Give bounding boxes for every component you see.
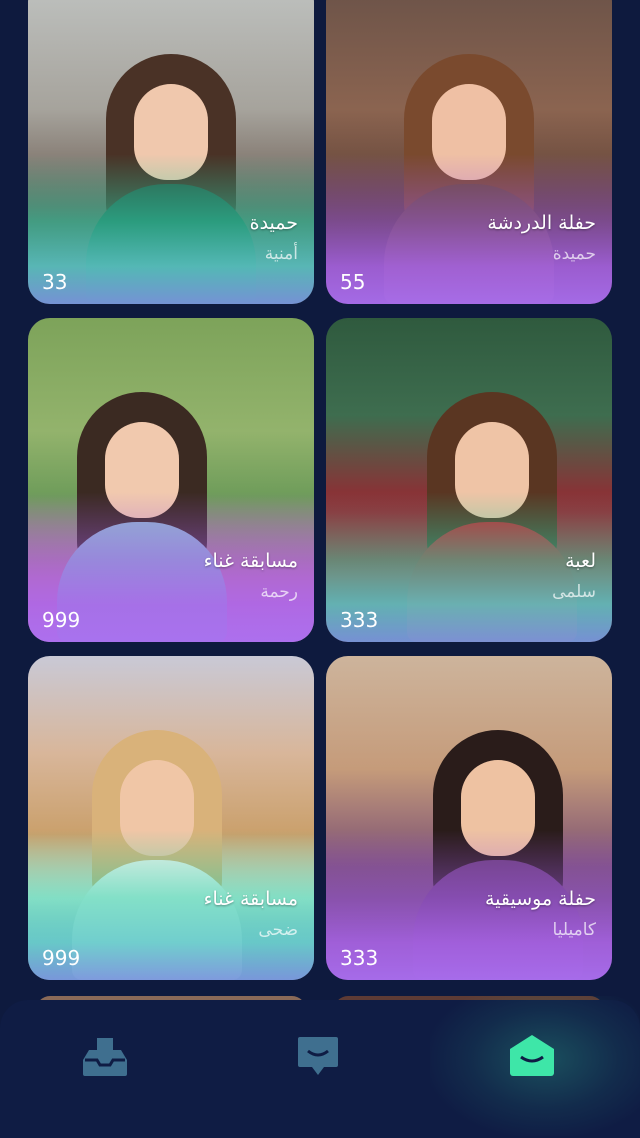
room-title: حميدة	[249, 212, 298, 234]
room-card[interactable]: حفلة موسيقية كاميليا 333	[326, 656, 612, 980]
viewer-count: 333	[340, 608, 379, 632]
bottom-navigation	[0, 996, 640, 1138]
room-card[interactable]: حميدة أمنية 33	[28, 0, 314, 304]
viewer-count: 999	[42, 946, 81, 970]
room-title: مسابقة غناء	[203, 550, 298, 572]
host-name: حميدة	[552, 244, 596, 264]
room-card[interactable]: لعبة سلمى 333	[326, 318, 612, 642]
room-title: حفلة الدردشة	[487, 212, 596, 234]
viewer-count: 33	[42, 270, 68, 294]
room-title: حفلة موسيقية	[484, 888, 596, 910]
nav-tab-messages[interactable]	[273, 1024, 363, 1088]
room-card[interactable]: مسابقة غناء رحمة 999	[28, 318, 314, 642]
viewer-count: 999	[42, 608, 81, 632]
room-grid: حميدة أمنية 33 حفلة الدردشة حميدة 55 مسا…	[0, 0, 640, 1016]
room-title: لعبة	[565, 550, 596, 572]
nav-tab-inbox[interactable]	[60, 1024, 150, 1088]
host-name: سلمى	[552, 582, 596, 602]
host-name: أمنية	[264, 244, 298, 264]
nav-tab-home[interactable]	[487, 1024, 577, 1088]
home-icon	[510, 1035, 554, 1076]
host-name: رحمة	[260, 582, 298, 602]
room-title: مسابقة غناء	[203, 888, 298, 910]
host-name: ضحى	[258, 920, 298, 940]
viewer-count: 333	[340, 946, 379, 970]
inbox-tray-icon	[83, 1038, 127, 1076]
host-name: كاميليا	[552, 920, 596, 940]
viewer-count: 55	[340, 270, 366, 294]
chat-bubble-icon	[298, 1037, 338, 1075]
room-card[interactable]: حفلة الدردشة حميدة 55	[326, 0, 612, 304]
room-card[interactable]: مسابقة غناء ضحى 999	[28, 656, 314, 980]
